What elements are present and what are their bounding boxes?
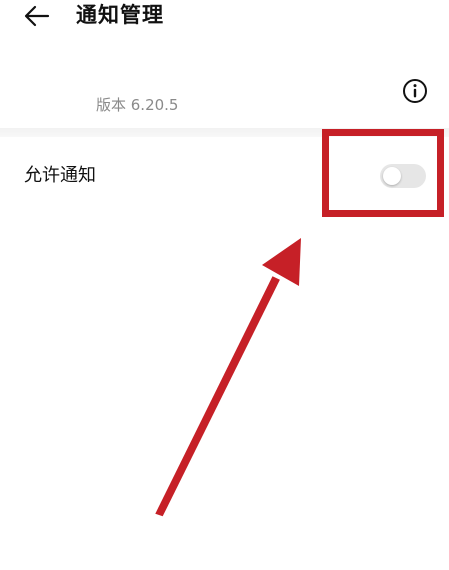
allow-notifications-toggle[interactable]	[380, 164, 426, 188]
allow-notifications-label: 允许通知	[24, 165, 96, 186]
info-circle-icon	[402, 78, 428, 104]
annotation-arrow	[155, 238, 301, 517]
page-title: 通知管理	[76, 3, 164, 27]
toggle-knob	[383, 167, 401, 185]
app-header: 通知管理	[0, 0, 449, 40]
info-button[interactable]	[402, 78, 428, 104]
section-divider	[0, 128, 449, 137]
back-button[interactable]	[22, 2, 52, 30]
allow-notifications-row: 允许通知	[0, 140, 449, 212]
arrow-left-icon	[22, 2, 52, 30]
version-text: 版本 6.20.5	[96, 96, 179, 114]
